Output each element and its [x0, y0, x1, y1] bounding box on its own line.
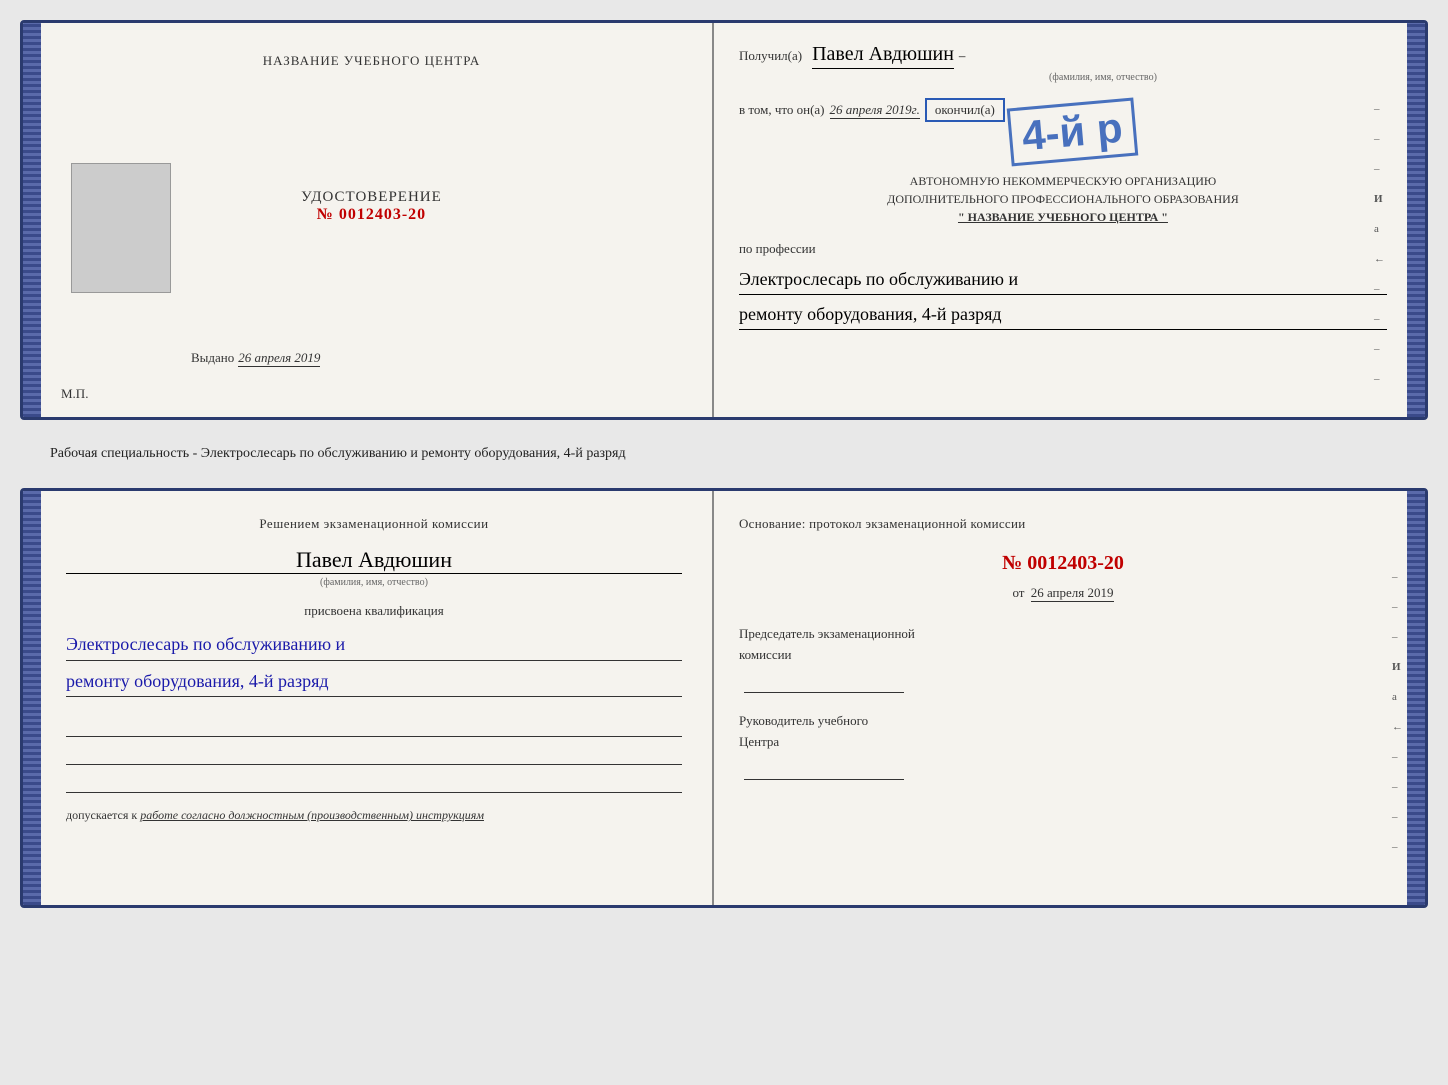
bottom-document: Решением экзаменационной комиссии Павел … [20, 488, 1428, 908]
org-line2: ДОПОЛНИТЕЛЬНОГО ПРОФЕССИОНАЛЬНОГО ОБРАЗО… [739, 190, 1387, 208]
osnovanie-title: Основание: протокол экзаменационной коми… [739, 516, 1387, 532]
predsedatel-line1: Председатель экзаменационной [739, 626, 1387, 642]
sig-line-2 [66, 745, 682, 765]
org-name: " НАЗВАНИЕ УЧЕБНОГО ЦЕНТРА " [739, 208, 1387, 226]
side-dashes-top: – – – И а ← – – – – [1374, 103, 1385, 385]
dopuskaetsya-block: допускается к работе согласно должностны… [66, 808, 682, 823]
middle-text: Рабочая специальность - Электрослесарь п… [20, 438, 1428, 470]
vydano-label: Выдано [191, 350, 234, 365]
ot-label: от [1012, 585, 1024, 600]
udostoverenie-number: № 0012403-20 [301, 206, 442, 224]
profession-line2: ремонту оборудования, 4-й разряд [739, 300, 1387, 330]
ot-date: от 26 апреля 2019 [739, 585, 1387, 601]
ot-date-value: 26 апреля 2019 [1031, 585, 1114, 602]
fio-hint-top: (фамилия, имя, отчество) [819, 72, 1387, 83]
sig-line-1 [66, 717, 682, 737]
received-name: Павел Авдюшин [812, 43, 954, 69]
stamp-box: 4-й р [1007, 98, 1138, 167]
date-handwritten: 26 апреля 2019г. [830, 102, 920, 119]
signature-lines-bottom [66, 717, 682, 793]
photo-placeholder [71, 163, 171, 293]
fio-hint-bottom: (фамилия, имя, отчество) [66, 577, 682, 588]
udostoverenie-label: УДОСТОВЕРЕНИЕ [301, 189, 442, 206]
qual-line1: Электрослесарь по обслуживанию и [66, 629, 682, 661]
predsedatel-block: Председатель экзаменационной комиссии [739, 626, 1387, 693]
po-professii: по профессии [739, 241, 1387, 257]
top-doc-right: Получил(a) Павел Авдюшин – (фамилия, имя… [714, 23, 1407, 417]
spine-right-bottom [1407, 491, 1425, 905]
side-dashes-bottom: – – – И а ← – – – – [1392, 571, 1403, 853]
dopuskaetsya-label: допускается к [66, 808, 137, 822]
vtom-label: в том, что он(а) [739, 102, 825, 118]
received-row: Получил(a) Павел Авдюшин – [739, 43, 1387, 69]
org-block: АВТОНОМНУЮ НЕКОММЕРЧЕСКУЮ ОРГАНИЗАЦИЮ ДО… [739, 172, 1387, 226]
spine-left-bottom [23, 491, 41, 905]
bottom-doc-left: Решением экзаменационной комиссии Павел … [41, 491, 714, 905]
vydano-block: Выдано 26 апреля 2019 [191, 349, 320, 367]
mp-label: М.П. [61, 386, 88, 402]
predsedatel-line2: комиссии [739, 647, 1387, 663]
rukovoditel-line1: Руководитель учебного [739, 713, 1387, 729]
dash1: – [959, 48, 966, 64]
rukovoditel-block: Руководитель учебного Центра [739, 713, 1387, 780]
qual-line2: ремонту оборудования, 4-й разряд [66, 666, 682, 698]
top-doc-left: НАЗВАНИЕ УЧЕБНОГО ЦЕНТРА УДОСТОВЕРЕНИЕ №… [41, 23, 714, 417]
okonchil-label: окончил(а) [925, 98, 1005, 122]
top-document: НАЗВАНИЕ УЧЕБНОГО ЦЕНТРА УДОСТОВЕРЕНИЕ №… [20, 20, 1428, 420]
page-wrapper: НАЗВАНИЕ УЧЕБНОГО ЦЕНТРА УДОСТОВЕРЕНИЕ №… [20, 20, 1428, 908]
profession-block: по профессии Электрослесарь по обслужива… [739, 241, 1387, 330]
vydano-date: 26 апреля 2019 [238, 350, 320, 367]
received-label: Получил(a) [739, 48, 802, 64]
spine-left-top [23, 23, 41, 417]
spine-right-top [1407, 23, 1425, 417]
rukovoditel-sig-line [744, 755, 904, 780]
bottom-doc-right: Основание: протокол экзаменационной коми… [714, 491, 1407, 905]
dopusk-text: работе согласно должностным (производств… [140, 808, 484, 822]
rukovoditel-line2: Центра [739, 734, 1387, 750]
predsedatel-sig-line [744, 668, 904, 693]
person-name-bottom: Павел Авдюшин [66, 547, 682, 574]
decision-title: Решением экзаменационной комиссии [66, 516, 682, 532]
razryad-stamp-text: 4-й р [1020, 107, 1124, 158]
sig-line-3 [66, 773, 682, 793]
profession-line1: Электрослесарь по обслуживанию и [739, 265, 1387, 295]
org-line1: АВТОНОМНУЮ НЕКОММЕРЧЕСКУЮ ОРГАНИЗАЦИЮ [739, 172, 1387, 190]
prisvoyena: присвоена квалификация [66, 603, 682, 619]
udostoverenie-block: УДОСТОВЕРЕНИЕ № 0012403-20 [301, 189, 442, 224]
center-title-top: НАЗВАНИЕ УЧЕБНОГО ЦЕНТРА [263, 53, 480, 69]
protocol-number: № 0012403-20 [739, 552, 1387, 575]
